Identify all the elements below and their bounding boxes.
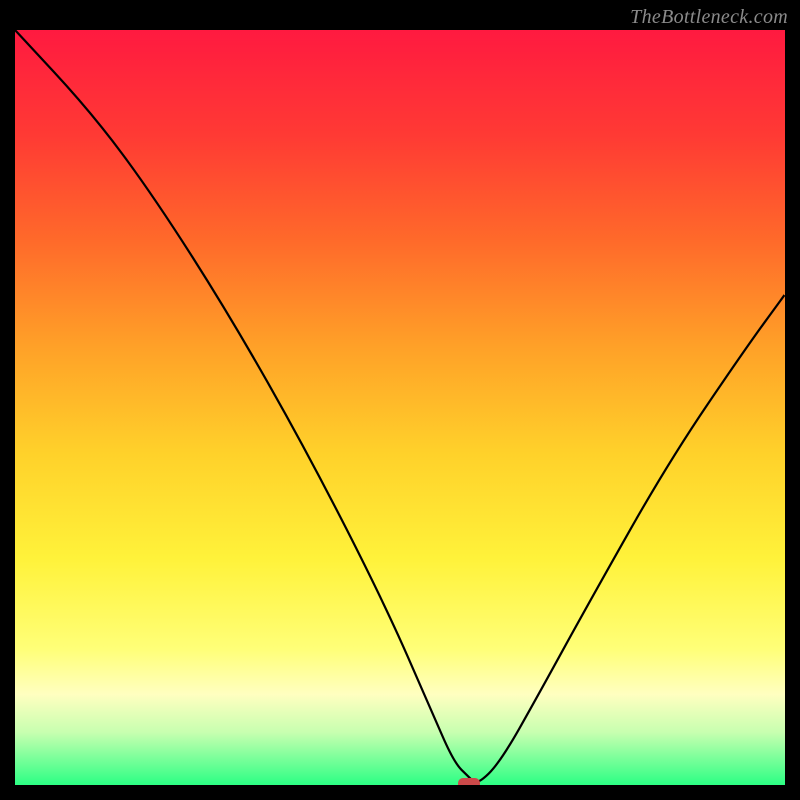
bottleneck-curve [15, 30, 785, 785]
optimal-point-marker [458, 778, 480, 785]
watermark-text: TheBottleneck.com [630, 6, 788, 29]
chart-canvas [15, 30, 785, 785]
